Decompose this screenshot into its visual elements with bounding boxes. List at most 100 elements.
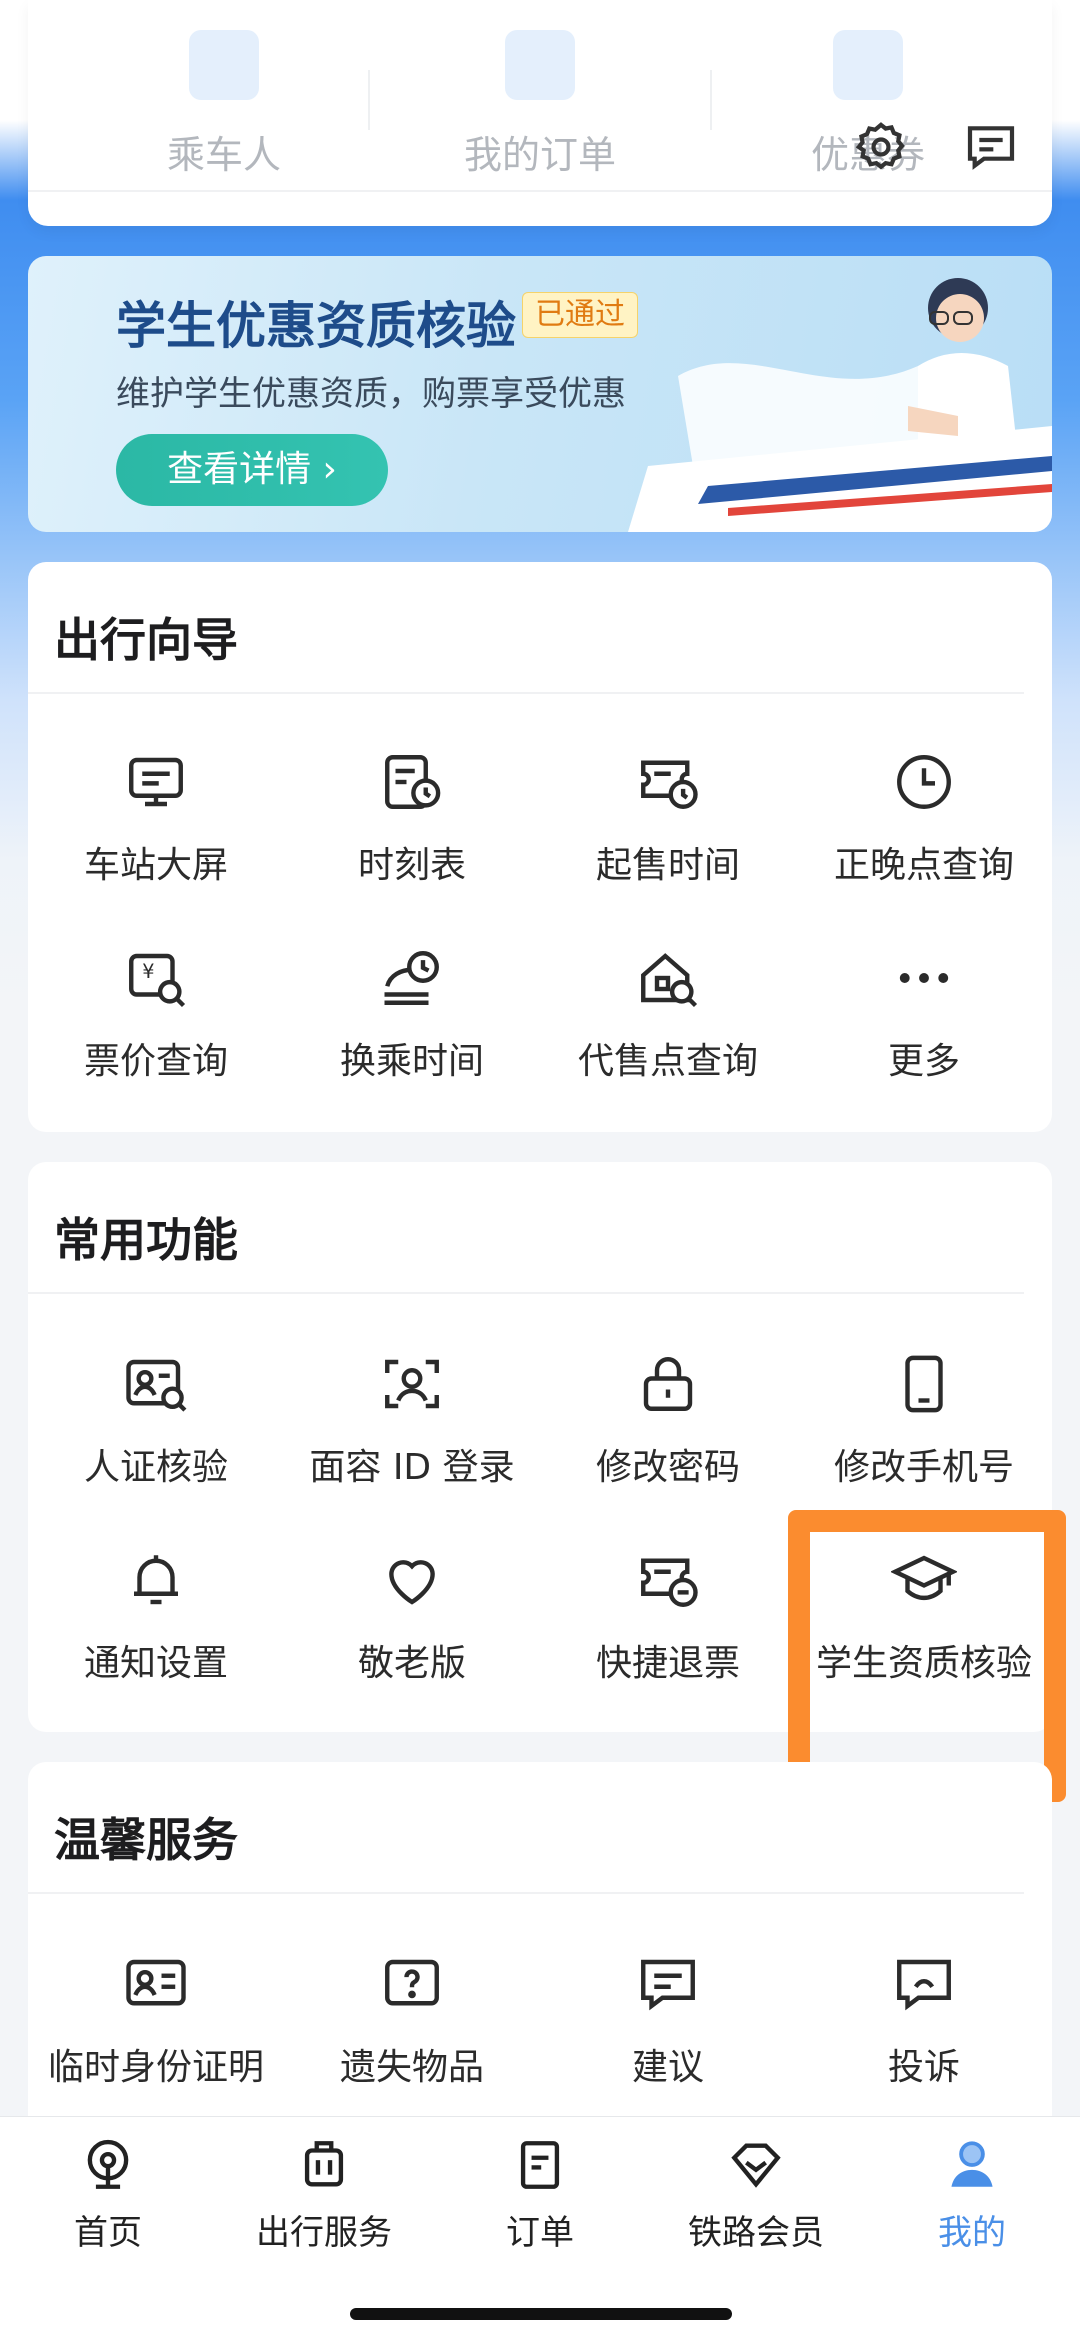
travel-guide-card: 出行向导 车站大屏 时刻表 起售时间 正晚点查询 ¥ 票价查询 换乘时间 代售点…	[28, 562, 1052, 1132]
nav-label: 铁路会员	[688, 2213, 824, 2253]
grid-item-label: 临时身份证明	[47, 2047, 264, 2088]
nav-home[interactable]: 首页	[0, 2133, 216, 2254]
svg-text:¥: ¥	[142, 960, 154, 983]
grid-item-label: 票价查询	[83, 1041, 228, 1082]
grid-item-timetable[interactable]: 时刻表	[284, 746, 540, 888]
grid-item-agency-search[interactable]: 代售点查询	[540, 942, 796, 1084]
grid-item-sale-time[interactable]: 起售时间	[540, 746, 796, 888]
lock-icon	[632, 1348, 704, 1420]
grid-item-transfer-time[interactable]: 换乘时间	[284, 942, 540, 1084]
nav-mine[interactable]: 我的	[864, 2133, 1080, 2254]
grid-item-station-screen[interactable]: 车站大屏	[28, 746, 284, 888]
section-title: 常用功能	[54, 1213, 238, 1267]
transfer-time-icon	[376, 942, 448, 1014]
sale-time-icon	[632, 746, 704, 818]
phone-icon	[888, 1348, 960, 1420]
grid-item-label: 修改手机号	[833, 1447, 1014, 1488]
diamond-icon	[721, 2133, 791, 2197]
section-title: 温馨服务	[54, 1813, 238, 1867]
student-verify-banner[interactable]: 学生优惠资质核验 已通过 维护学生优惠资质，购票享受优惠 查看详情 ›	[28, 256, 1052, 532]
grid-item-label: 人证核验	[83, 1447, 228, 1488]
grid-item-more[interactable]: 更多	[796, 942, 1052, 1084]
divider	[28, 1292, 1024, 1294]
divider	[28, 190, 1052, 192]
heart-icon	[376, 1544, 448, 1616]
grid-item-label: 快捷退票	[595, 1643, 740, 1684]
settings-icon[interactable]	[848, 114, 914, 180]
highlight-annotation	[788, 1510, 1066, 1802]
divider	[368, 70, 370, 130]
refund-ticket-icon	[632, 1544, 704, 1616]
grid-item-lost-items[interactable]: 遗失物品	[284, 1948, 540, 2090]
nav-label: 首页	[74, 2213, 142, 2253]
lost-item-icon	[376, 1948, 448, 2020]
view-details-button[interactable]: 查看详情 ›	[116, 434, 388, 506]
divider	[28, 1892, 1024, 1894]
suggestion-icon	[632, 1948, 704, 2020]
message-icon[interactable]	[958, 114, 1024, 180]
shortcut-orders[interactable]: 我的订单	[390, 30, 690, 179]
shortcut-label: 乘车人	[166, 133, 281, 177]
grid-item-label: 面容 ID 登录	[309, 1447, 515, 1488]
grid-item-complaint[interactable]: 投诉	[796, 1948, 1052, 2090]
timetable-icon	[376, 746, 448, 818]
grid-item-label: 时刻表	[357, 845, 466, 886]
grid-item-label: 通知设置	[83, 1643, 228, 1684]
grid-item-label: 建议	[631, 2047, 704, 2088]
grid-item-label: 修改密码	[595, 1447, 740, 1488]
grid-item-suggestion[interactable]: 建议	[540, 1948, 796, 2090]
grid-item-elder-mode[interactable]: 敬老版	[284, 1544, 540, 1686]
top-shortcuts: 乘车人 我的订单 优惠券	[28, 0, 1052, 226]
grid-item-label: 车站大屏	[83, 845, 228, 886]
grid-item-label: 更多	[887, 1041, 960, 1082]
banner-title: 学生优惠资质核验	[116, 297, 516, 355]
grid-item-label: 遗失物品	[339, 2047, 484, 2088]
grid-item-change-password[interactable]: 修改密码	[540, 1348, 796, 1490]
nav-travel-services[interactable]: 出行服务	[216, 2133, 432, 2254]
shortcut-passenger[interactable]: 乘车人	[74, 30, 374, 179]
home-icon	[73, 2133, 143, 2197]
grid-item-label: 代售点查询	[577, 1041, 758, 1082]
complaint-icon	[888, 1948, 960, 2020]
grid-item-notification-settings[interactable]: 通知设置	[28, 1544, 284, 1686]
nav-orders[interactable]: 订单	[432, 2133, 648, 2254]
nav-railway-member[interactable]: 铁路会员	[648, 2133, 864, 2254]
clock-icon	[888, 746, 960, 818]
fare-search-icon: ¥	[120, 942, 192, 1014]
shortcut-label: 我的订单	[463, 133, 616, 177]
divider	[28, 692, 1024, 694]
more-icon	[888, 942, 960, 1014]
grid-item-delay-query[interactable]: 正晚点查询	[796, 746, 1052, 888]
grid-item-label: 起售时间	[595, 845, 740, 886]
home-indicator	[350, 2308, 732, 2320]
grid-item-label: 投诉	[887, 2047, 960, 2088]
passenger-icon	[189, 30, 259, 100]
grid-item-quick-refund[interactable]: 快捷退票	[540, 1544, 796, 1686]
grid-item-label: 正晚点查询	[833, 845, 1014, 886]
temp-id-icon	[120, 1948, 192, 2020]
grid-item-label: 换乘时间	[339, 1041, 484, 1082]
order-icon	[505, 30, 575, 100]
bell-icon	[120, 1544, 192, 1616]
user-icon	[937, 2133, 1007, 2197]
section-title: 出行向导	[54, 613, 238, 667]
agency-search-icon	[632, 942, 704, 1014]
face-id-icon	[376, 1348, 448, 1420]
grid-item-temp-id[interactable]: 临时身份证明	[28, 1948, 284, 2090]
warm-services-card: 温馨服务 临时身份证明 遗失物品 建议 投诉	[28, 1762, 1052, 2142]
luggage-icon	[289, 2133, 359, 2197]
divider	[710, 70, 712, 130]
nav-label: 订单	[506, 2213, 574, 2253]
banner-subtitle: 维护学生优惠资质，购票享受优惠	[116, 374, 626, 414]
coupon-icon	[833, 30, 903, 100]
grid-item-face-id[interactable]: 面容 ID 登录	[284, 1348, 540, 1490]
station-screen-icon	[120, 746, 192, 818]
id-verify-icon	[120, 1348, 192, 1420]
grid-item-fare-search[interactable]: ¥ 票价查询	[28, 942, 284, 1084]
grid-item-id-verify[interactable]: 人证核验	[28, 1348, 284, 1490]
nav-label: 我的	[938, 2213, 1006, 2253]
order-list-icon	[505, 2133, 575, 2197]
grid-item-label: 敬老版	[357, 1643, 466, 1684]
grid-item-change-phone[interactable]: 修改手机号	[796, 1348, 1052, 1490]
status-badge: 已通过	[522, 292, 638, 338]
